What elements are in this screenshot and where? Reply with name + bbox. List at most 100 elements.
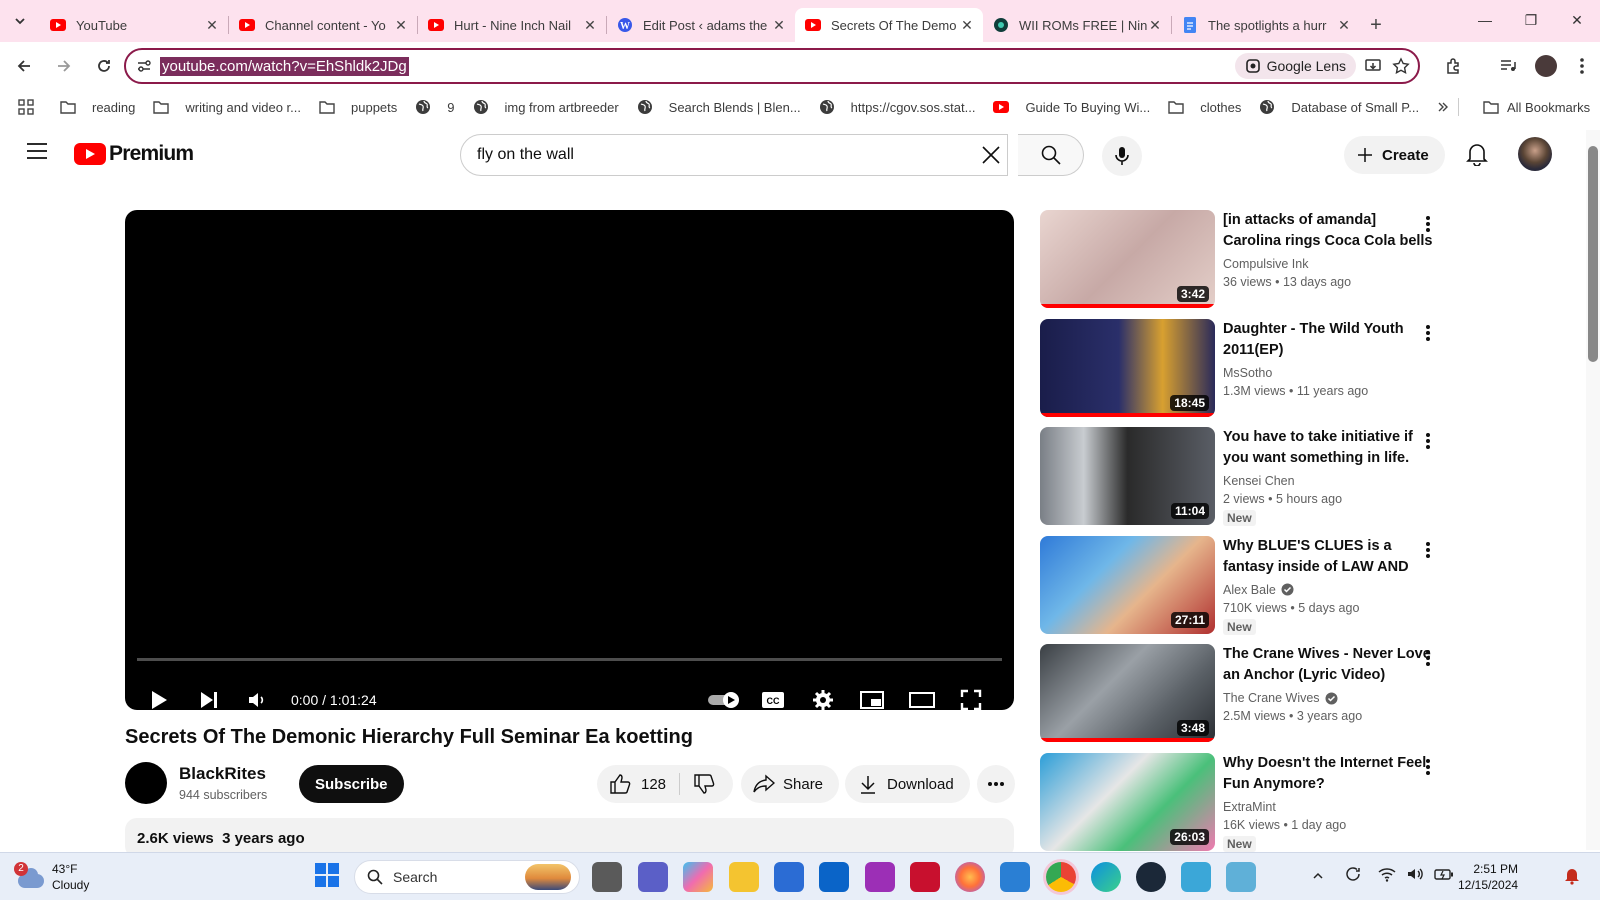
browser-tab[interactable]: Channel content - Yo ✕ xyxy=(229,8,417,42)
recommendation-title[interactable]: Daughter - The Wild Youth 2011(EP) xyxy=(1223,319,1433,361)
bookmark-item[interactable]: Database of Small P... xyxy=(1250,93,1428,121)
recommendation-item[interactable]: 11:04 You have to take initiative if you … xyxy=(1040,427,1460,527)
recommendation-item[interactable]: 3:48 The Crane Wives - Never Love an Anch… xyxy=(1040,644,1460,744)
more-options-icon[interactable] xyxy=(1422,648,1434,668)
more-actions-button[interactable] xyxy=(977,765,1015,803)
more-options-icon[interactable] xyxy=(1422,214,1434,234)
close-tab-icon[interactable]: ✕ xyxy=(204,17,220,33)
outlook-icon[interactable] xyxy=(819,862,849,892)
tab-search-button[interactable] xyxy=(0,0,40,42)
browser-tab[interactable]: W Edit Post ‹ adams the ✕ xyxy=(607,8,795,42)
reload-button[interactable] xyxy=(86,48,122,84)
video-thumbnail[interactable]: 27:11 xyxy=(1040,535,1215,634)
recommendation-title[interactable]: [in attacks of amanda] Carolina rings Co… xyxy=(1223,210,1433,252)
mute-button[interactable] xyxy=(243,686,271,714)
more-options-icon[interactable] xyxy=(1422,757,1434,777)
recommendation-title[interactable]: Why Doesn't the Internet Feel Fun Anymor… xyxy=(1223,753,1433,795)
apps-button[interactable] xyxy=(0,93,51,121)
taskbar-search[interactable]: Search xyxy=(354,860,580,894)
show-hidden-icons-button[interactable] xyxy=(1312,869,1326,883)
browser-tab[interactable]: Hurt - Nine Inch Nail ✕ xyxy=(418,8,606,42)
video-thumbnail[interactable]: 18:45 xyxy=(1040,318,1215,417)
file-explorer-icon[interactable] xyxy=(729,862,759,892)
url-text[interactable]: youtube.com/watch?v=EhShldk2JDg xyxy=(160,56,409,76)
settings-button[interactable] xyxy=(809,686,837,714)
recommendation-item[interactable]: 27:11 Why BLUE'S CLUES is a fantasy insid… xyxy=(1040,535,1460,636)
channel-avatar[interactable] xyxy=(125,762,167,804)
chrome-icon[interactable] xyxy=(1046,862,1076,892)
more-options-icon[interactable] xyxy=(1422,540,1434,560)
browser-tab[interactable]: YouTube ✕ xyxy=(40,8,228,42)
recommendation-title[interactable]: The Crane Wives - Never Love an Anchor (… xyxy=(1223,644,1433,686)
system-tray[interactable] xyxy=(1378,865,1454,883)
site-info-icon[interactable] xyxy=(136,58,152,74)
steam-icon[interactable] xyxy=(1136,862,1166,892)
teams-icon[interactable] xyxy=(638,862,668,892)
create-button[interactable]: Create xyxy=(1344,136,1445,174)
play-button[interactable] xyxy=(145,686,173,714)
channel-name[interactable]: BlackRites xyxy=(179,764,266,784)
bookmark-item[interactable]: 9 xyxy=(406,93,463,121)
search-input[interactable]: fly on the wall xyxy=(460,134,1008,176)
bookmark-item[interactable]: Guide To Buying Wi... xyxy=(984,93,1159,121)
more-options-icon[interactable] xyxy=(1422,323,1434,343)
profile-button[interactable] xyxy=(1528,48,1564,84)
account-avatar[interactable] xyxy=(1518,137,1552,171)
recommendation-item[interactable]: 3:42 [in attacks of amanda] Carolina ring… xyxy=(1040,210,1460,310)
close-tab-icon[interactable]: ✕ xyxy=(1336,17,1352,33)
browser-tab[interactable]: The spotlights a hurr ✕ xyxy=(1172,8,1360,42)
recommendation-channel[interactable]: The Crane Wives xyxy=(1223,691,1320,705)
task-view-icon[interactable] xyxy=(592,862,622,892)
media-control-button[interactable] xyxy=(1490,48,1526,84)
scrollbar-thumb[interactable] xyxy=(1588,146,1598,362)
weather-widget[interactable]: 2 43°F Cloudy xyxy=(14,861,89,893)
recommendation-channel[interactable]: ExtraMint xyxy=(1223,800,1276,814)
more-options-icon[interactable] xyxy=(1422,431,1434,451)
address-bar[interactable]: youtube.com/watch?v=EhShldk2JDg Google L… xyxy=(124,48,1420,84)
recommendation-channel[interactable]: Compulsive Ink xyxy=(1223,257,1308,271)
bookmark-item[interactable]: writing and video r... xyxy=(144,93,310,121)
back-button[interactable] xyxy=(6,48,42,84)
minimize-button[interactable]: — xyxy=(1462,0,1508,40)
search-query[interactable]: fly on the wall xyxy=(477,146,574,164)
browser-tab[interactable]: WII ROMs FREE | Nin ✕ xyxy=(983,8,1171,42)
app-ring-icon[interactable] xyxy=(865,862,895,892)
install-app-icon[interactable] xyxy=(1364,57,1382,75)
video-player[interactable]: 0:00 / 1:01:24 CC xyxy=(125,210,1014,711)
start-button[interactable] xyxy=(314,862,342,890)
bookmark-item[interactable]: clothes xyxy=(1159,93,1250,121)
video-thumbnail[interactable]: 26:03 xyxy=(1040,752,1215,851)
firefox-icon[interactable] xyxy=(955,862,985,892)
recommendation-title[interactable]: You have to take initiative if you want … xyxy=(1223,427,1433,469)
dislike-button[interactable] xyxy=(693,773,715,799)
app-character-icon[interactable] xyxy=(1181,862,1211,892)
clock[interactable]: 2:51 PM 12/15/2024 xyxy=(1458,861,1518,893)
close-tab-icon[interactable]: ✕ xyxy=(959,17,975,33)
forward-button[interactable] xyxy=(46,48,82,84)
recommendation-channel[interactable]: MsSotho xyxy=(1223,366,1272,380)
microsoft-store-icon[interactable] xyxy=(774,862,804,892)
copilot-icon[interactable] xyxy=(683,862,713,892)
miniplayer-button[interactable] xyxy=(858,686,886,714)
clear-search-icon[interactable] xyxy=(981,145,1001,165)
voice-search-button[interactable] xyxy=(1102,136,1142,176)
close-tab-icon[interactable]: ✕ xyxy=(393,17,409,33)
search-button[interactable] xyxy=(1018,134,1084,176)
bookmark-item[interactable]: Search Blends | Blen... xyxy=(628,93,810,121)
notifications-button[interactable] xyxy=(1466,142,1492,168)
theater-mode-button[interactable] xyxy=(908,686,936,714)
extensions-button[interactable] xyxy=(1436,48,1472,84)
edge-icon[interactable] xyxy=(1091,862,1121,892)
google-lens-button[interactable]: Google Lens xyxy=(1234,53,1356,79)
mcafee-icon[interactable] xyxy=(910,862,940,892)
more-bookmarks-button[interactable] xyxy=(1428,93,1466,121)
recommendation-channel[interactable]: Alex Bale xyxy=(1223,583,1276,597)
chrome-menu-button[interactable] xyxy=(1564,48,1600,84)
close-tab-icon[interactable]: ✕ xyxy=(771,17,787,33)
recommendation-item[interactable]: 26:03 Why Doesn't the Internet Feel Fun A… xyxy=(1040,752,1460,853)
restore-button[interactable]: ❐ xyxy=(1508,0,1554,40)
bookmark-item[interactable]: reading xyxy=(51,93,144,121)
next-button[interactable] xyxy=(195,686,223,714)
recommendation-channel[interactable]: Kensei Chen xyxy=(1223,474,1295,488)
bookmark-item[interactable]: img from artbreeder xyxy=(464,93,628,121)
